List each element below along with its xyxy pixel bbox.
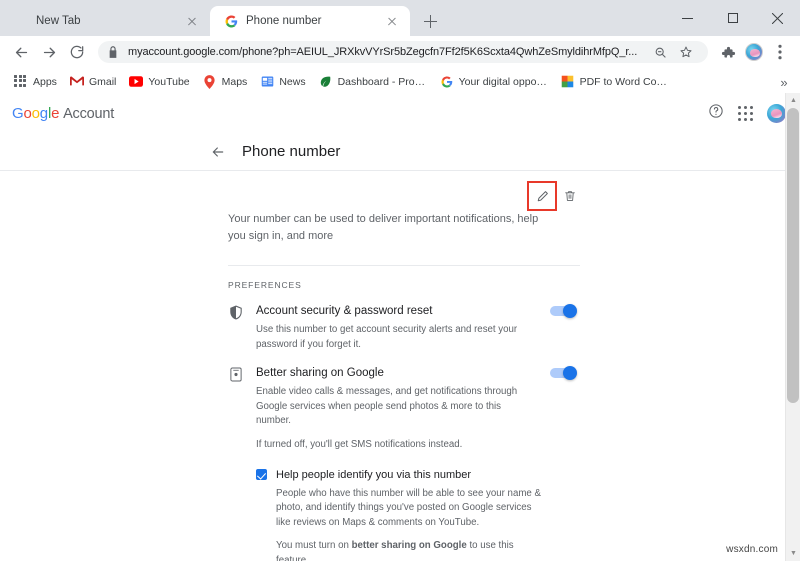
bookmark-gmail[interactable]: Gmail	[64, 72, 122, 92]
bookmark-label: Maps	[221, 75, 248, 88]
bookmark-label: News	[279, 75, 306, 88]
bookmarks-overflow-button[interactable]: »	[774, 72, 794, 92]
google-g-icon	[224, 14, 238, 28]
gmail-icon	[69, 75, 84, 89]
scrollbar-thumb[interactable]	[787, 108, 799, 403]
bookmark-label: YouTube	[148, 75, 190, 88]
preference-title: Better sharing on Google	[256, 367, 384, 380]
bookmark-apps[interactable]: Apps	[8, 72, 63, 92]
new-tab-button[interactable]	[416, 7, 444, 35]
preference-description-secondary: If turned off, you'll get SMS notificati…	[256, 438, 463, 450]
browser-toolbar: myaccount.google.com/phone?ph=AEIUL_JRXk…	[0, 36, 800, 68]
subpreference-title: Help people identify you via this number	[276, 469, 472, 482]
reload-icon[interactable]	[64, 39, 90, 65]
minimize-button[interactable]	[665, 2, 710, 34]
bookmarks-bar: Apps Gmail YouTube Maps News Dashboard -…	[0, 68, 800, 96]
bookmark-pdf-to-word[interactable]: PDF to Word Conve...	[555, 72, 675, 92]
bookmark-your-digital-opportunity[interactable]: Your digital opport...	[434, 72, 554, 92]
url-text: myaccount.google.com/phone?ph=AEIUL_JRXk…	[128, 46, 638, 58]
subpreference-note: You must turn on better sharing on Googl…	[276, 539, 546, 561]
bookmark-dashboard[interactable]: Dashboard - ProSe...	[313, 72, 433, 92]
leaf-icon	[319, 75, 333, 89]
toggle-better-sharing[interactable]	[550, 366, 580, 381]
page-scrollbar[interactable]: ▲ ▼	[785, 93, 800, 561]
window-controls	[665, 0, 800, 36]
apps-grid-icon	[14, 74, 28, 89]
divider	[228, 265, 580, 267]
shield-icon	[228, 304, 244, 320]
page-title: Phone number	[242, 143, 341, 160]
three-dot-menu-icon[interactable]	[768, 40, 792, 64]
preference-better-sharing: Better sharing on Google Enable video ca…	[228, 366, 580, 452]
tab-close-icon[interactable]	[384, 13, 400, 29]
browser-window: New Tab Phone number myaccount.google.co…	[0, 0, 800, 561]
note-prefix: You must turn on	[276, 540, 352, 552]
preference-title: Account security & password reset	[256, 305, 433, 318]
toggle-account-security[interactable]	[550, 304, 580, 319]
toggle-switch[interactable]	[550, 366, 577, 381]
scroll-up-arrow-icon[interactable]: ▲	[786, 93, 800, 108]
pencil-edit-icon[interactable]	[527, 181, 557, 211]
back-arrow-icon[interactable]	[8, 39, 34, 65]
tab-title: Phone number	[246, 15, 322, 27]
google-account-logo[interactable]: Google Account	[12, 105, 114, 122]
subpreference-description: People who have this number will be able…	[276, 487, 541, 528]
google-news-icon	[260, 75, 274, 89]
profile-avatar[interactable]	[742, 40, 766, 64]
google-g-icon	[440, 75, 454, 89]
bookmark-label: PDF to Word Conve...	[579, 75, 669, 88]
section-label-preferences: Preferences	[228, 280, 302, 291]
lock-icon	[108, 46, 120, 58]
phone-share-icon	[228, 366, 244, 382]
bookmark-label: Dashboard - ProSe...	[337, 75, 427, 88]
toggle-switch[interactable]	[550, 304, 577, 319]
star-icon[interactable]	[674, 40, 698, 64]
lead-description: Your number can be used to deliver impor…	[228, 213, 539, 243]
watermark: wsxdn.com	[726, 544, 778, 555]
tab-title: New Tab	[36, 15, 81, 27]
subpreference-help-identify: Help people identify you via this number…	[256, 468, 580, 561]
preference-account-security: Account security & password reset Use th…	[228, 304, 580, 352]
account-avatar[interactable]	[767, 103, 786, 123]
page-viewport: Google Account Phone number Your number …	[0, 93, 800, 561]
maximize-button[interactable]	[710, 2, 755, 34]
bookmark-youtube[interactable]: YouTube	[123, 72, 195, 92]
help-circle-icon[interactable]	[708, 103, 724, 124]
bookmark-maps[interactable]: Maps	[197, 72, 254, 92]
trash-delete-icon[interactable]	[560, 186, 580, 206]
colorful-square-icon	[561, 75, 575, 89]
help-identify-checkbox[interactable]	[256, 469, 267, 481]
zoom-out-icon[interactable]	[648, 40, 672, 64]
maps-pin-icon	[203, 74, 217, 89]
browser-tab-new-tab[interactable]: New Tab	[0, 6, 210, 36]
tab-favicon-placeholder	[14, 14, 28, 28]
browser-tab-phone-number[interactable]: Phone number	[210, 6, 410, 36]
note-bold: better sharing on Google	[351, 540, 467, 552]
action-row	[228, 171, 580, 211]
google-account-header: Google Account	[0, 93, 800, 133]
bookmark-label: Your digital opport...	[458, 75, 548, 88]
page-content: Your number can be used to deliver impor…	[0, 171, 800, 561]
puzzle-piece-icon[interactable]	[716, 40, 740, 64]
bookmark-label: Apps	[33, 75, 57, 88]
avatar	[745, 43, 763, 61]
youtube-icon	[129, 75, 144, 89]
bookmark-label: Gmail	[88, 75, 117, 88]
page-header: Phone number	[0, 133, 800, 171]
preference-description: Enable video calls & messages, and get n…	[256, 386, 518, 427]
forward-arrow-icon[interactable]	[36, 39, 62, 65]
back-arrow-icon[interactable]	[208, 142, 228, 162]
google-apps-grid-icon[interactable]	[738, 105, 753, 121]
address-bar[interactable]: myaccount.google.com/phone?ph=AEIUL_JRXk…	[98, 41, 708, 63]
tab-close-icon[interactable]	[184, 13, 200, 29]
bookmark-news[interactable]: News	[254, 72, 311, 92]
scroll-down-arrow-icon[interactable]: ▼	[786, 546, 800, 561]
close-button[interactable]	[755, 2, 800, 34]
tab-strip: New Tab Phone number	[0, 0, 800, 36]
preference-description: Use this number to get account security …	[256, 324, 518, 350]
